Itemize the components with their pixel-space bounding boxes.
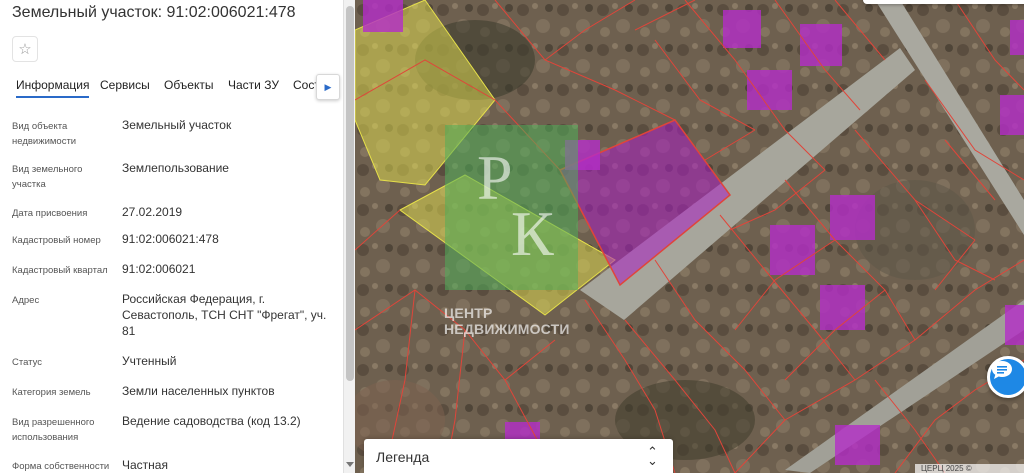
watermark-logo: Р К bbox=[477, 146, 554, 269]
legend-label: Легенда bbox=[376, 449, 430, 465]
chat-icon bbox=[992, 361, 1012, 379]
field-value: 27.02.2019 bbox=[122, 205, 183, 219]
field-value: Земли населенных пунктов bbox=[122, 384, 275, 398]
watermark-line: НЕДВИЖИМОСТИ bbox=[444, 321, 570, 337]
tab-info[interactable]: Информация bbox=[16, 78, 90, 98]
field-value: 91:02:006021:478 bbox=[122, 232, 219, 246]
star-icon[interactable]: ☆ bbox=[12, 36, 38, 62]
watermark-letter: К bbox=[511, 198, 554, 269]
watermark-text: ЦЕНТР НЕДВИЖИМОСТИ bbox=[444, 305, 570, 337]
map-attribution: ЦЕРЦ 2025 © bbox=[915, 464, 1024, 473]
map-view[interactable]: Р К ЦЕНТР НЕДВИЖИМОСТИ Легенда ⌃ ⌄ ЦЕРЦ 2… bbox=[355, 0, 1024, 473]
field-value: Ведение садоводства (код 13.2) bbox=[122, 414, 301, 428]
tab-objects[interactable]: Объекты bbox=[164, 78, 214, 92]
field-value: Учтенный bbox=[122, 354, 177, 368]
field-label: Вид разрешенного использования bbox=[12, 417, 95, 443]
chat-button[interactable] bbox=[987, 356, 1024, 398]
info-panel: Земельный участок: 91:02:006021:478 ☆ Ин… bbox=[0, 0, 345, 473]
scrollbar-thumb[interactable] bbox=[346, 6, 354, 381]
tab-services[interactable]: Сервисы bbox=[100, 78, 150, 92]
panel-scrollbar[interactable] bbox=[343, 0, 355, 473]
field-value: 91:02:006021 bbox=[122, 262, 196, 276]
page-title: Земельный участок: 91:02:006021:478 bbox=[12, 4, 296, 21]
field-value: Землепользование bbox=[122, 161, 229, 175]
chevron-right-icon[interactable]: ▶ bbox=[316, 74, 340, 100]
field-label: Дата присвоения bbox=[12, 208, 88, 219]
field-label: Вид объекта недвижимости bbox=[12, 121, 77, 147]
field-label: Кадастровый квартал bbox=[12, 265, 108, 276]
tab-parts[interactable]: Части ЗУ bbox=[228, 78, 279, 92]
tab-bar: Информация Сервисы Объекты Части ЗУ Сост bbox=[0, 70, 345, 102]
field-value: Земельный участок bbox=[122, 118, 232, 132]
field-value: Российская Федерация, г. Севастополь, ТС… bbox=[122, 292, 327, 338]
field-label: Статус bbox=[12, 357, 43, 368]
legend-panel[interactable]: Легенда ⌃ ⌄ bbox=[364, 439, 673, 473]
field-value: Частная bbox=[122, 458, 168, 472]
scroll-down-icon[interactable] bbox=[346, 462, 354, 467]
field-label: Вид земельного участка bbox=[12, 164, 83, 190]
field-label: Кадастровый номер bbox=[12, 235, 101, 246]
field-label: Форма собственности bbox=[12, 461, 110, 472]
field-label: Адрес bbox=[12, 295, 40, 306]
chevron-up-down-icon[interactable]: ⌃ ⌄ bbox=[647, 445, 658, 467]
field-label: Категория земель bbox=[12, 387, 91, 398]
map-toolbar-edge bbox=[863, 0, 1024, 4]
watermark-line: ЦЕНТР bbox=[444, 305, 493, 321]
